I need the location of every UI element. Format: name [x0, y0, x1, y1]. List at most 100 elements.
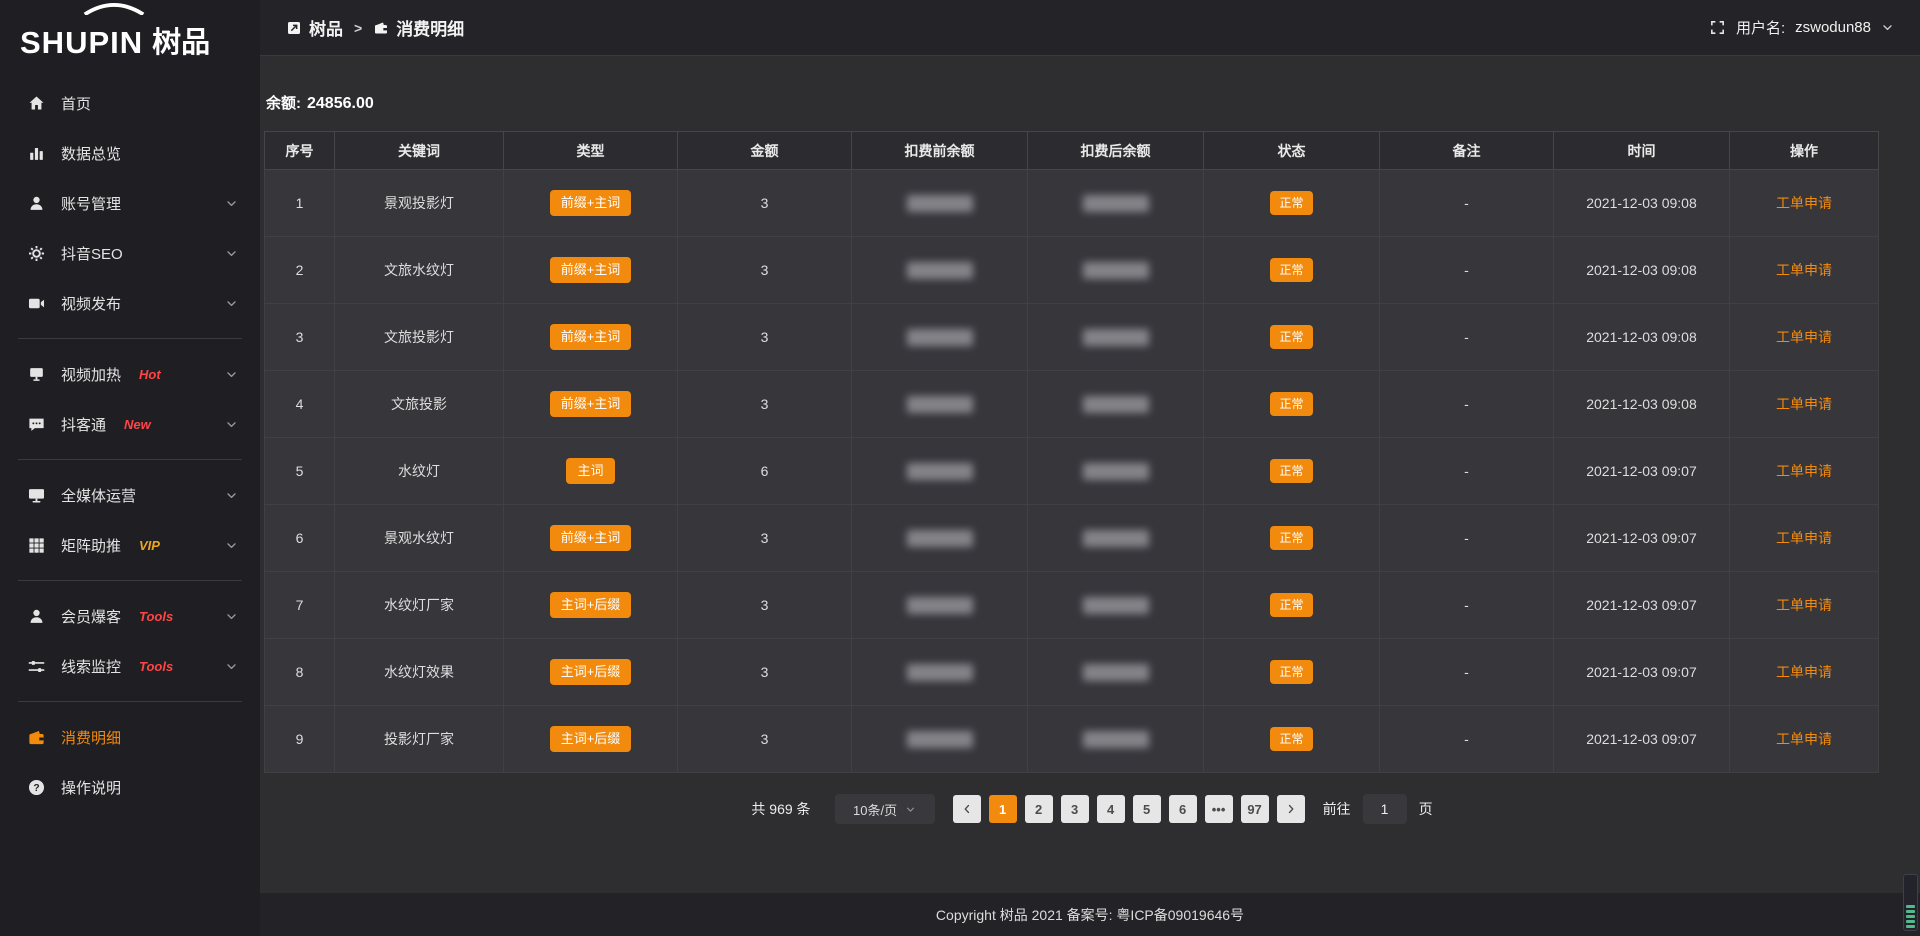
cell-post-balance	[1028, 572, 1204, 639]
cell-action: 工单申请	[1730, 237, 1879, 304]
cell-keyword: 水纹灯厂家	[335, 572, 504, 639]
cell-post-balance	[1028, 505, 1204, 572]
cell-pre-balance	[852, 639, 1028, 706]
cell-status: 正常	[1204, 438, 1380, 505]
sidebar-divider	[18, 701, 242, 702]
cell-amount: 3	[678, 170, 852, 237]
masked-balance	[907, 463, 973, 480]
cell-status: 正常	[1204, 572, 1380, 639]
cell-keyword: 文旅水纹灯	[335, 237, 504, 304]
page-button-97[interactable]: 97	[1241, 795, 1269, 823]
sidebar-divider	[18, 580, 242, 581]
chevron-down-icon	[225, 539, 238, 552]
status-badge: 正常	[1270, 660, 1312, 684]
page-button-4[interactable]: 4	[1097, 795, 1125, 823]
chevron-down-icon	[225, 610, 238, 623]
cell-keyword: 景观水纹灯	[335, 505, 504, 572]
pagination: 共 969 条10条/页123456•••97前往1页	[264, 794, 1920, 824]
page-size-select[interactable]: 10条/页	[835, 794, 935, 824]
work-order-link[interactable]: 工单申请	[1776, 463, 1832, 479]
work-order-link[interactable]: 工单申请	[1776, 530, 1832, 546]
work-order-link[interactable]: 工单申请	[1776, 597, 1832, 613]
sidebar-item-consumption-detail[interactable]: 消费明细	[0, 712, 260, 762]
balance: 余额:24856.00	[266, 92, 1920, 113]
logo-text-cn: 树品	[152, 28, 210, 58]
column-header: 备注	[1380, 132, 1554, 170]
cell-time: 2021-12-03 09:08	[1554, 170, 1730, 237]
cell-amount: 6	[678, 438, 852, 505]
breadcrumb-item[interactable]: 消费明细	[373, 15, 464, 40]
sidebar-divider	[18, 459, 242, 460]
masked-balance	[907, 664, 973, 681]
work-order-link[interactable]: 工单申请	[1776, 195, 1832, 211]
widget-bar	[1906, 910, 1915, 913]
video-icon	[27, 294, 46, 313]
cell-time: 2021-12-03 09:08	[1554, 304, 1730, 371]
cell-post-balance	[1028, 304, 1204, 371]
sidebar-item-video-publish[interactable]: 视频发布	[0, 278, 260, 328]
type-badge: 主词+后缀	[550, 726, 632, 752]
page-button-6[interactable]: 6	[1169, 795, 1197, 823]
chevron-down-icon[interactable]	[1881, 21, 1894, 34]
cell-pre-balance	[852, 572, 1028, 639]
sidebar-item-video-heat[interactable]: 视频加热Hot	[0, 349, 260, 399]
cell-action: 工单申请	[1730, 371, 1879, 438]
cell-type: 主词+后缀	[504, 572, 678, 639]
page-button-3[interactable]: 3	[1061, 795, 1089, 823]
work-order-link[interactable]: 工单申请	[1776, 396, 1832, 412]
logo-text-en: SHUPIN	[20, 27, 143, 58]
pager-ellipsis[interactable]: •••	[1205, 795, 1233, 823]
column-header: 扣费前余额	[852, 132, 1028, 170]
breadcrumb-item[interactable]: 树品	[286, 15, 343, 40]
logo[interactable]: SHUPIN 树品	[0, 0, 260, 64]
sidebar-item-data-overview[interactable]: 数据总览	[0, 128, 260, 178]
masked-balance	[907, 195, 973, 212]
masked-balance	[1083, 463, 1149, 480]
work-order-link[interactable]: 工单申请	[1776, 329, 1832, 345]
cell-index: 3	[265, 304, 335, 371]
cell-status: 正常	[1204, 639, 1380, 706]
sidebar-item-matrix-boost[interactable]: 矩阵助推VIP	[0, 520, 260, 570]
prev-page-button[interactable]	[953, 795, 981, 823]
cell-amount: 3	[678, 639, 852, 706]
sidebar-item-douyin-seo[interactable]: 抖音SEO	[0, 228, 260, 278]
cell-remark: -	[1380, 304, 1554, 371]
masked-balance	[907, 530, 973, 547]
goto-page-input[interactable]: 1	[1363, 794, 1407, 824]
type-badge: 前缀+主词	[550, 324, 632, 350]
sidebar-item-account-manage[interactable]: 账号管理	[0, 178, 260, 228]
username-value[interactable]: zswodun88	[1795, 19, 1871, 36]
fullscreen-icon[interactable]	[1709, 19, 1726, 36]
sidebar-item-media-operation[interactable]: 全媒体运营	[0, 470, 260, 520]
chevron-down-icon	[225, 247, 238, 260]
next-page-button[interactable]	[1277, 795, 1305, 823]
column-header: 类型	[504, 132, 678, 170]
chat-icon	[27, 415, 46, 434]
cell-status: 正常	[1204, 170, 1380, 237]
mini-widget[interactable]	[1903, 874, 1918, 931]
masked-balance	[1083, 530, 1149, 547]
cell-index: 8	[265, 639, 335, 706]
cell-remark: -	[1380, 438, 1554, 505]
work-order-link[interactable]: 工单申请	[1776, 731, 1832, 747]
sidebar-item-douketong[interactable]: 抖客通New	[0, 399, 260, 449]
sidebar-item-clue-monitor[interactable]: 线索监控Tools	[0, 641, 260, 691]
page-button-2[interactable]: 2	[1025, 795, 1053, 823]
work-order-link[interactable]: 工单申请	[1776, 262, 1832, 278]
cell-keyword: 投影灯厂家	[335, 706, 504, 773]
table-row: 2文旅水纹灯前缀+主词3正常-2021-12-03 09:08工单申请	[265, 237, 1879, 304]
page-button-5[interactable]: 5	[1133, 795, 1161, 823]
sidebar-item-home[interactable]: 首页	[0, 78, 260, 128]
sidebar-item-instructions[interactable]: ?操作说明	[0, 762, 260, 812]
sidebar-item-label: 视频发布	[61, 293, 121, 314]
cell-amount: 3	[678, 572, 852, 639]
cell-status: 正常	[1204, 304, 1380, 371]
cell-pre-balance	[852, 371, 1028, 438]
topbar: 树品>消费明细 用户名: zswodun88	[260, 0, 1920, 56]
cell-amount: 3	[678, 304, 852, 371]
work-order-link[interactable]: 工单申请	[1776, 664, 1832, 680]
page-button-1[interactable]: 1	[989, 795, 1017, 823]
sidebar-item-member-burst[interactable]: 会员爆客Tools	[0, 591, 260, 641]
table-row: 1景观投影灯前缀+主词3正常-2021-12-03 09:08工单申请	[265, 170, 1879, 237]
logo-arc	[58, 2, 170, 15]
